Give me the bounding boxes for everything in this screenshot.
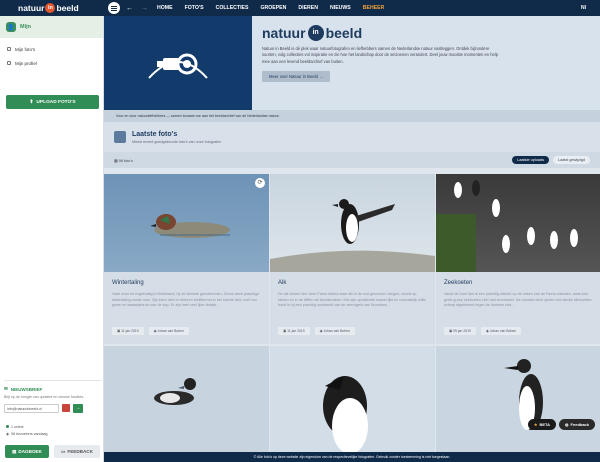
- photo-duck: [104, 346, 269, 462]
- sort-latest-modified[interactable]: Laatst gewijzigd: [552, 156, 590, 164]
- section-subtitle: Meest recent goedgekeurde foto's van onz…: [132, 139, 222, 144]
- photo-alk-portrait: [270, 346, 435, 462]
- card-description: Vanaf de boot had ik een prachtig uitzic…: [444, 292, 592, 308]
- photo-card-alk-portrait[interactable]: [270, 346, 435, 462]
- photo-zeekoeten: [436, 174, 600, 272]
- photo-card-wintertaling[interactable]: ⟳ Wintertaling Vaak mooi en regelmatig i…: [104, 174, 269, 344]
- sidebar-section-mijn[interactable]: 👤 Mijn: [0, 16, 103, 38]
- chat-icon: ▭: [61, 448, 66, 454]
- forward-arrow-icon[interactable]: →: [141, 5, 148, 12]
- card-date: ▣ 09 jan 2019: [444, 327, 476, 335]
- photo-zeekoet-portrait: [436, 346, 600, 462]
- nav-dieren[interactable]: DIEREN: [293, 0, 323, 16]
- sidebar-item-label: Mijn profiel: [15, 60, 37, 66]
- card-date: ▣ 11 jan 2019: [112, 327, 144, 335]
- card-title: Alk: [278, 280, 287, 286]
- card-author[interactable]: ◉ Johan van Bohen: [148, 327, 189, 335]
- sidebar-item-label: Mijn foto's: [15, 46, 36, 52]
- photo-card-zeekoet-portrait[interactable]: [436, 346, 600, 462]
- logo-word-natuur: natuur: [18, 3, 45, 13]
- hero-camera-image: [104, 16, 252, 110]
- beta-pill[interactable]: ★ BETA: [527, 419, 557, 430]
- newsletter-title: NIEUWSBRIEF: [10, 386, 43, 392]
- photo-card-zeekoeten[interactable]: Zeekoeten Vanaf de boot had ik een prach…: [436, 174, 600, 344]
- sidebar-item-mijn-profiel[interactable]: Mijn profiel: [0, 56, 103, 70]
- sort-latest-uploads[interactable]: Laatste uploads: [512, 156, 549, 164]
- upload-icon: ⬆: [29, 99, 34, 105]
- about-button[interactable]: Meer over Natuur in Beeld →: [262, 71, 331, 83]
- floating-feedback: ★ BETA ◍ Feedback: [527, 419, 595, 430]
- profile-icon: [7, 61, 11, 65]
- newsletter-submit-button[interactable]: →: [73, 403, 83, 413]
- star-icon: ★: [533, 422, 538, 427]
- site-status: 1 online ◉ 98 bezoekers vandaag: [6, 425, 48, 436]
- upload-photos-button[interactable]: ⬆ UPLOAD FOTO'S: [6, 95, 99, 109]
- mail-icon: ✉: [4, 386, 8, 391]
- visitors-icon: ◉: [6, 432, 10, 436]
- nav-collecties[interactable]: COLLECTIES: [211, 0, 254, 16]
- nav-fotos[interactable]: FOTO'S: [180, 0, 209, 16]
- back-arrow-icon[interactable]: ←: [126, 5, 133, 12]
- card-author[interactable]: ◉ Johan van Bohen: [314, 327, 355, 335]
- newsletter-text: Blijf op de hoogte van updates en nieuwe…: [4, 395, 85, 399]
- card-title: Zeekoeten: [444, 280, 473, 286]
- chat-icon: ◍: [565, 422, 569, 427]
- site-logo[interactable]: natuur in beeld: [0, 0, 104, 16]
- main-nav: HOME FOTO'S COLLECTIES GROEPEN DIEREN NI…: [152, 0, 389, 16]
- filter-bar: ▦ 98 foto's Laatste uploads Laatst gewij…: [104, 152, 600, 168]
- logo-in-badge: in: [45, 3, 56, 13]
- photo-wintertaling: ⟳: [104, 174, 269, 272]
- hero-description: Natuur in Beeld is dé plek waar natuurfo…: [262, 46, 498, 64]
- hero-banner: natuur in beeld Natuur in Beeld is dé pl…: [104, 16, 600, 110]
- info-strip: Voor en door natuurliefhebbers — samen b…: [104, 110, 600, 122]
- photo-card-alk[interactable]: Alk De alk vinden hier deze Farne-eiland…: [270, 174, 435, 344]
- newsletter-block: ✉ NIEUWSBRIEF Blijf op de hoogte van upd…: [4, 380, 101, 420]
- card-title: Wintertaling: [112, 280, 144, 286]
- card-date: ▣ 11 jan 2019: [278, 327, 310, 335]
- photo-alk: [270, 174, 435, 272]
- photo-count: 98 foto's: [118, 158, 133, 163]
- online-dot-icon: [6, 425, 9, 428]
- latest-photos-header: Laatste foto's Meest recent goedgekeurde…: [104, 122, 600, 152]
- nav-nieuws[interactable]: NIEUWS: [325, 0, 356, 16]
- nav-groepen[interactable]: GROEPEN: [255, 0, 291, 16]
- sidebar-section-title: Mijn: [20, 24, 31, 30]
- dagboek-button[interactable]: ▤ DAGBOEK: [5, 445, 49, 458]
- photo-card-duck[interactable]: [104, 346, 269, 462]
- card-author[interactable]: ◉ Johan van Bohen: [480, 327, 522, 335]
- section-title: Laatste foto's: [132, 130, 178, 138]
- edit-icon[interactable]: ⟳: [255, 178, 265, 188]
- user-menu[interactable]: NI: [581, 5, 586, 11]
- flag-icon: [62, 404, 70, 413]
- nav-beheer[interactable]: BEHEER: [358, 0, 390, 16]
- book-icon: ▤: [12, 448, 17, 454]
- feedback-pill[interactable]: ◍ Feedback: [559, 419, 595, 430]
- menu-toggle-icon[interactable]: [108, 2, 120, 14]
- nav-home[interactable]: HOME: [152, 0, 178, 16]
- top-navigation-bar: natuur in beeld ← → HOME FOTO'S COLLECTI…: [0, 0, 600, 16]
- gallery-icon: [114, 131, 126, 143]
- user-avatar-icon: 👤: [6, 22, 16, 32]
- feedback-button[interactable]: ▭ FEEDBACK: [54, 445, 100, 458]
- main-content: natuur in beeld Natuur in Beeld is dé pl…: [104, 16, 600, 462]
- photos-icon: [7, 47, 11, 51]
- logo-word-beeld: beeld: [56, 3, 79, 13]
- card-description: De alk vinden hier deze Farne-eiland waa…: [278, 292, 426, 308]
- hero-logo: natuur in beeld: [262, 25, 363, 41]
- sidebar: 👤 Mijn Mijn foto's Mijn profiel ⬆ UPLOAD…: [0, 16, 104, 462]
- sidebar-item-mijn-fotos[interactable]: Mijn foto's: [0, 42, 103, 56]
- newsletter-email-input[interactable]: info@natuurinbeeld.nl: [4, 403, 59, 413]
- card-description: Vaak mooi en regelmatig in Nederland, hi…: [112, 292, 260, 308]
- footer-copyright: © Alle foto's op deze website zijn eigen…: [104, 452, 600, 462]
